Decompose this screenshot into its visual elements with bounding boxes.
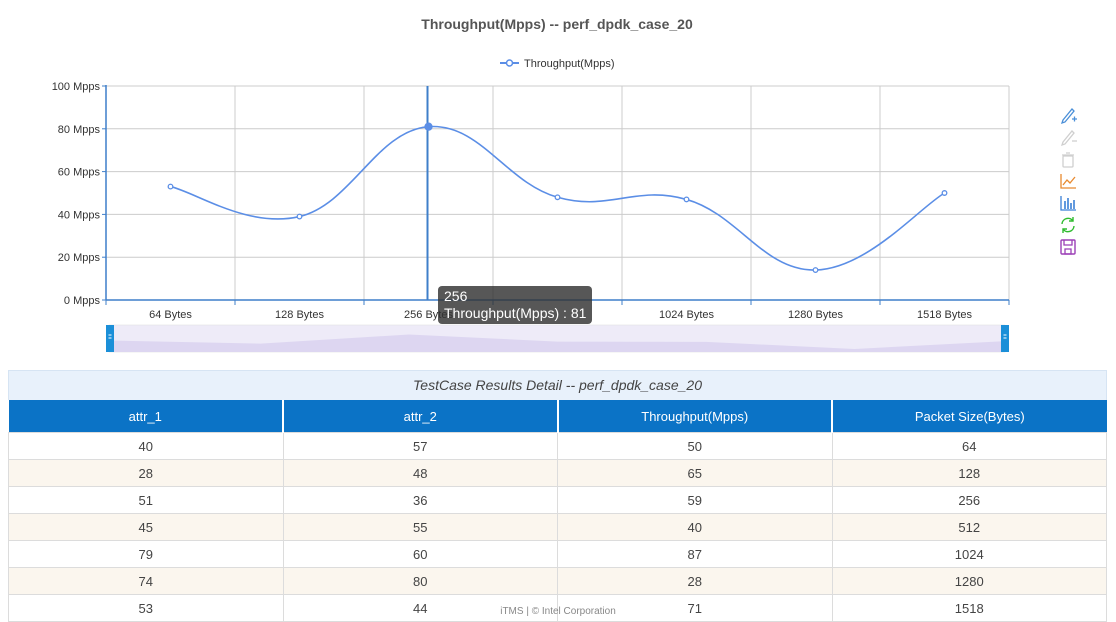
table-cell: 28	[8, 459, 284, 487]
chart-legend[interactable]: Throughput(Mpps)	[500, 58, 615, 70]
data-point[interactable]	[296, 213, 303, 220]
data-zoom-slider[interactable]	[106, 324, 1009, 353]
save-icon[interactable]	[1058, 236, 1078, 258]
table-row: 51 36 59 256	[8, 486, 1107, 514]
y-tick-label: 60 Mpps	[58, 167, 101, 179]
bar-chart-icon[interactable]	[1058, 192, 1078, 214]
line-chart-icon[interactable]	[1058, 170, 1078, 192]
y-tick-label: 80 Mpps	[58, 124, 101, 136]
zoom-icon[interactable]	[1058, 104, 1078, 126]
x-tick-label: 64 Bytes	[149, 309, 192, 321]
chart-grid	[105, 85, 1010, 301]
table-row: 74 80 28 1280	[8, 567, 1107, 595]
table-row: 79 60 87 1024	[8, 540, 1107, 568]
x-tick-label: 1280 Bytes	[788, 309, 844, 321]
restore-icon[interactable]	[1058, 148, 1078, 170]
table-cell: 40	[557, 513, 833, 541]
tooltip-value: Throughput(Mpps) : 81	[444, 305, 587, 321]
results-table-container: TestCase Results Detail -- perf_dpdk_cas…	[8, 370, 1107, 622]
table-cell: 128	[831, 459, 1107, 487]
x-tick-label: 1518 Bytes	[917, 309, 973, 321]
table-cell: 57	[282, 432, 558, 460]
table-cell: 51	[8, 486, 284, 514]
zoom-reset-icon[interactable]	[1058, 126, 1078, 148]
table-cell: 55	[282, 513, 558, 541]
results-table: attr_1 attr_2 Throughput(Mpps) Packet Si…	[8, 400, 1107, 622]
table-cell: 87	[557, 540, 833, 568]
table-cell: 50	[557, 432, 833, 460]
y-tick-label: 100 Mpps	[52, 81, 101, 93]
data-point[interactable]	[424, 122, 433, 131]
x-tick-label: 128 Bytes	[275, 309, 324, 321]
footer-text: iTMS | © Intel Corporation	[500, 606, 616, 617]
column-header-throughput[interactable]: Throughput(Mpps)	[557, 400, 833, 433]
column-header-attr-2[interactable]: attr_2	[283, 400, 559, 433]
x-tick-label: 1024 Bytes	[659, 309, 715, 321]
table-cell: 65	[557, 459, 833, 487]
table-cell: 40	[8, 432, 284, 460]
column-header-attr-1[interactable]: attr_1	[8, 400, 284, 433]
table-row: 28 48 65 128	[8, 459, 1107, 487]
tooltip-header: 256	[444, 288, 468, 304]
table-cell: 48	[282, 459, 558, 487]
refresh-icon[interactable]	[1058, 214, 1078, 236]
table-caption: TestCase Results Detail -- perf_dpdk_cas…	[8, 370, 1107, 400]
data-point[interactable]	[683, 196, 690, 203]
chart-title: Throughput(Mpps) -- perf_dpdk_case_20	[421, 16, 693, 32]
table-cell: 74	[8, 567, 284, 595]
chart-axes: 0 Mpps 20 Mpps 40 Mpps 60 Mpps 80 Mpps 100 Mp…	[52, 81, 1010, 321]
data-point[interactable]	[941, 190, 948, 196]
table-cell: 1024	[831, 540, 1107, 568]
data-point[interactable]	[554, 194, 561, 201]
table-cell: 79	[8, 540, 284, 568]
table-cell: 45	[8, 513, 284, 541]
y-tick-label: 20 Mpps	[58, 252, 101, 264]
data-point[interactable]	[167, 183, 174, 190]
table-cell: 512	[831, 513, 1107, 541]
table-header-row: attr_1 attr_2 Throughput(Mpps) Packet Si…	[8, 400, 1107, 433]
table-cell: 1280	[831, 567, 1107, 595]
legend-marker-icon[interactable]	[505, 59, 514, 67]
data-point[interactable]	[812, 267, 819, 273]
table-row: 40 57 50 64	[8, 432, 1107, 460]
table-cell: 36	[282, 486, 558, 514]
legend-label[interactable]: Throughput(Mpps)	[524, 58, 615, 70]
chart-tooltip: 256 Throughput(Mpps) : 81	[438, 286, 593, 324]
table-cell: 80	[282, 567, 558, 595]
table-cell: 64	[831, 432, 1107, 460]
chart-toolbox	[1058, 104, 1080, 258]
table-cell: 256	[831, 486, 1107, 514]
y-tick-label: 0 Mpps	[64, 295, 101, 307]
column-header-packet-size[interactable]: Packet Size(Bytes)	[832, 400, 1107, 433]
y-tick-label: 40 Mpps	[58, 209, 101, 221]
chart-series	[167, 86, 948, 300]
table-cell: 59	[557, 486, 833, 514]
table-row: 45 55 40 512	[8, 513, 1107, 541]
table-cell: 28	[557, 567, 833, 595]
table-cell: 60	[282, 540, 558, 568]
